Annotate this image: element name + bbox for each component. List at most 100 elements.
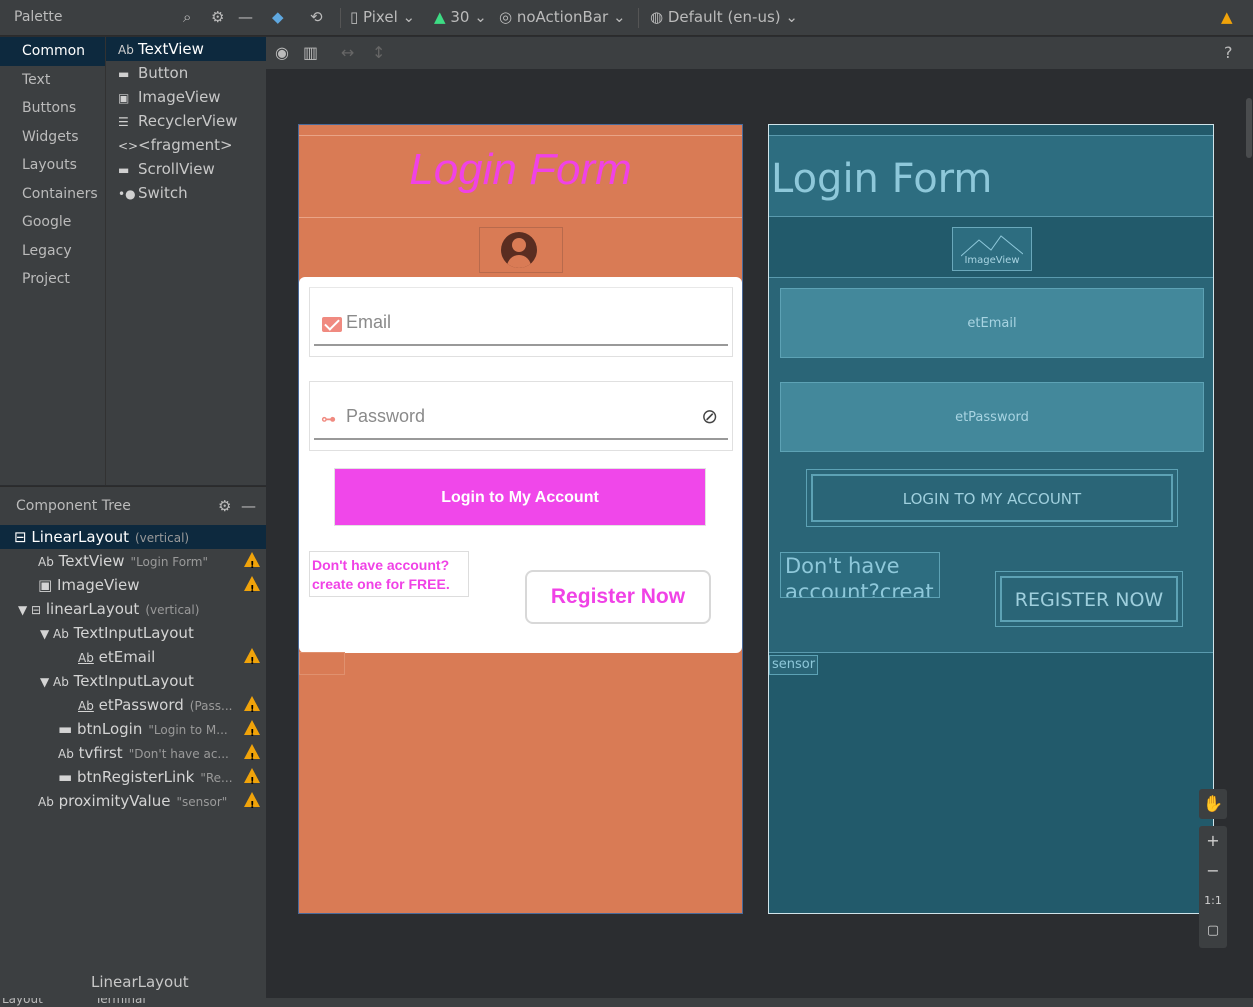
warning-icon[interactable] [244,744,260,770]
palette-category-project[interactable]: Project [0,265,105,294]
tree-node-imageview[interactable]: ▣ ImageView [0,573,266,602]
tree-node-proximityvalue[interactable]: Ab proximityValue "sensor" [0,789,266,818]
design-preview[interactable]: Login Form Email ⊶ Password ⊘ Login to M… [298,124,743,914]
palette-item-switch[interactable]: •● Switch [106,181,266,205]
blueprint-title: Login Form [771,156,993,202]
tree-node-sub: (vertical) [145,603,200,617]
palette-item-imageview[interactable]: ▣ ImageView [106,85,266,109]
palette-category-common[interactable]: Common [0,37,105,66]
blueprint-no-account-text[interactable]: Don't have account?creat [780,552,940,598]
button-icon: ▬ [118,67,130,81]
blueprint-preview[interactable]: Login Form ImageView etEmail etPassword … [768,124,1214,914]
tree-node-sub: "Don't have ac... [128,747,229,761]
tree-node-label: TextView [58,552,125,570]
palette-category-text[interactable]: Text [0,66,105,95]
sensor-textview[interactable] [299,652,345,675]
api-selector[interactable]: ▲ 30 ⌄ [434,8,487,26]
email-field[interactable]: Email [309,287,733,357]
theme-selector[interactable]: ◎ noActionBar ⌄ [499,8,626,26]
palette-item-label: Switch [138,184,188,202]
textview-icon: Ab [118,43,134,57]
minimize-icon[interactable]: — [238,8,253,26]
gear-icon[interactable]: ⚙ [218,497,231,515]
palette-item-fragment[interactable]: <><fragment> [106,133,266,157]
vertical-scrollbar[interactable] [1246,98,1252,158]
palette-title: Palette [14,9,63,25]
avatar-imageview[interactable] [479,227,563,273]
warning-icon[interactable] [244,792,260,818]
tree-node-linearlayout[interactable]: ▼ ⊟ linearLayout (vertical) [0,597,266,621]
blueprint-toggle-icon[interactable]: ▥ [303,43,318,62]
blueprint-password-field[interactable]: etPassword [780,382,1204,452]
blueprint-sensor-label[interactable]: sensor [769,655,819,675]
tree-node-tvfirst[interactable]: Ab tvfirst "Don't have ac... [0,741,266,770]
tree-node-label: proximityValue [58,792,171,810]
tree-node-textinputlayout-password[interactable]: ▼ Ab TextInputLayout [0,669,266,693]
minimize-icon[interactable]: — [241,497,256,515]
palette-item-scrollview[interactable]: ▬ ScrollView [106,157,266,181]
locale-selector[interactable]: ◍ Default (en-us) ⌄ [650,8,798,26]
status-layout-tab[interactable]: Layout [2,998,43,1006]
warning-icon[interactable] [244,720,260,746]
api-label: 30 [450,8,470,26]
layers-icon[interactable]: ◆ [272,8,284,26]
zoom-fit-icon[interactable]: ▢ [1199,916,1227,946]
palette-category-legacy[interactable]: Legacy [0,237,105,266]
warning-icon[interactable] [244,648,260,674]
tree-node-root[interactable]: ⊟ LinearLayout (vertical) [0,525,266,549]
no-account-line1: Don't have account? [312,557,450,573]
search-icon[interactable]: ⌕ [183,8,191,26]
palette-category-widgets[interactable]: Widgets [0,123,105,152]
password-field[interactable]: ⊶ Password ⊘ [309,381,733,451]
zoom-actual-size-button[interactable]: 1:1 [1199,886,1227,916]
key-icon: ⊶ [321,410,336,428]
eye-off-icon[interactable]: ⊘ [701,404,718,428]
tree-node-etemail[interactable]: Ab etEmail [0,645,266,674]
tree-node-sub: (Pass... [189,699,233,713]
warning-icon[interactable] [244,552,260,578]
eye-icon[interactable]: ◉ [275,43,289,62]
help-icon[interactable]: ? [1224,43,1233,62]
gear-icon[interactable]: ⚙ [211,8,224,26]
palette-item-button[interactable]: ▬ Button [106,61,266,85]
tree-node-textview[interactable]: Ab TextView "Login Form" [0,549,266,578]
status-terminal-tab[interactable]: Terminal [95,998,146,1006]
palette-item-textview[interactable]: Ab TextView [106,37,266,61]
blueprint-title-box[interactable]: Login Form [769,135,1213,217]
warning-icon[interactable] [244,768,260,794]
no-account-text[interactable]: Don't have account? create one for FREE. [309,551,469,597]
component-tree: Component Tree ⚙ — ⊟ LinearLayout (vertic… [0,486,266,968]
pan-hand-icon[interactable]: ✋ [1199,789,1227,819]
tree-node-btnregisterlink[interactable]: ▬ btnRegisterLink "Re... [0,765,266,794]
tree-node-textinputlayout-email[interactable]: ▼ Ab TextInputLayout [0,621,266,645]
palette-category-buttons[interactable]: Buttons [0,94,105,123]
blueprint-register-button[interactable]: REGISTER NOW [995,571,1183,627]
orientation-icon[interactable]: ⟲ [310,8,323,26]
blueprint-login-button[interactable]: LOGIN TO MY ACCOUNT [806,469,1178,527]
login-button[interactable]: Login to My Account [334,468,706,526]
tree-node-btnlogin[interactable]: ▬ btnLogin "Login to M... [0,717,266,746]
zoom-out-button[interactable]: − [1199,856,1227,886]
register-button[interactable]: Register Now [525,570,711,624]
palette-item-label: TextView [138,40,204,58]
horizontal-resize-icon[interactable]: ↔ [341,43,354,62]
phone-icon: ▯ [350,8,359,26]
blueprint-email-field[interactable]: etEmail [780,288,1204,358]
blueprint-login-label: LOGIN TO MY ACCOUNT [811,474,1173,522]
warning-icon[interactable]: ▲ [1221,8,1233,26]
zoom-in-button[interactable]: + [1199,826,1227,856]
palette-category-layouts[interactable]: Layouts [0,151,105,180]
tree-node-etpassword[interactable]: Ab etPassword (Pass... [0,693,266,722]
palette-category-containers[interactable]: Containers [0,180,105,209]
password-hint: Password [346,406,426,426]
device-selector[interactable]: ▯ Pixel ⌄ [350,8,415,26]
blueprint-form-panel: etEmail etPassword LOGIN TO MY ACCOUNT D… [769,277,1213,653]
palette-item-recyclerview[interactable]: ☰ RecyclerView [106,109,266,133]
warning-icon[interactable] [244,696,260,722]
warning-icon[interactable] [244,576,260,602]
vertical-resize-icon[interactable]: ↕ [372,43,385,62]
palette-category-google[interactable]: Google [0,208,105,237]
blueprint-imageview[interactable]: ImageView [952,227,1032,271]
component-tree-header: Component Tree ⚙ — [0,487,266,525]
theme-label: noActionBar [516,8,609,26]
